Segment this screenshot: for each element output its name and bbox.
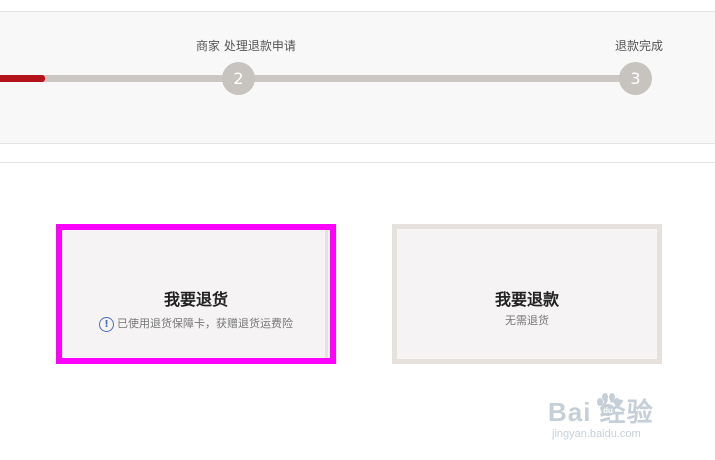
step-2-circle: 2 (222, 62, 255, 95)
step-3-circle: 3 (619, 62, 652, 95)
paw-icon: du (597, 393, 620, 416)
refund-only-option[interactable]: 我要退款 无需退货 (392, 224, 662, 364)
step-2-label: 商家 处理退款申请 (196, 39, 296, 53)
refund-only-note: 无需退货 (505, 314, 549, 327)
return-goods-note-text: 已使用退货保障卡，获赠退货运费险 (117, 317, 293, 330)
return-goods-title: 我要退货 (163, 290, 228, 309)
step-3-label: 退款完成 (615, 39, 664, 53)
return-goods-option[interactable]: 我要退货 ! 已使用退货保障卡，获赠退货运费险 (56, 224, 336, 364)
svg-text:du: du (603, 406, 613, 415)
refund-only-title: 我要退款 (494, 290, 559, 309)
refund-progress-panel: 商家 处理退款申请 2 退款完成 3 (0, 11, 715, 144)
baidu-jingyan-watermark: Bai 经验 du jingyan.baidu.com (548, 392, 708, 452)
info-icon: ! (99, 316, 114, 332)
section-divider (0, 162, 715, 163)
return-goods-note: ! 已使用退货保障卡，获赠退货运费险 (62, 315, 330, 332)
progress-fill (0, 75, 45, 82)
watermark-url: jingyan.baidu.com (552, 428, 641, 440)
progress-track (0, 75, 640, 82)
